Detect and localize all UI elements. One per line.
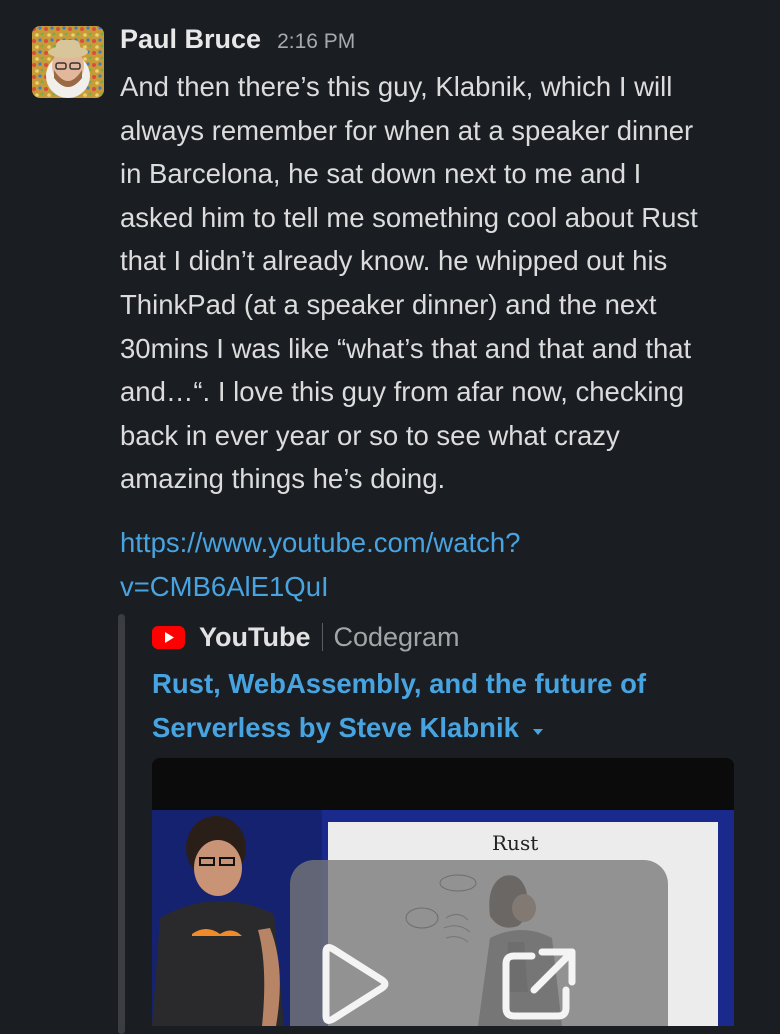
unfurl-channel-name[interactable]: Codegram — [333, 622, 459, 653]
unfurl-service-name: YouTube — [199, 621, 311, 652]
unfurl-title-text[interactable]: Rust, WebAssembly, and the future of Ser… — [152, 668, 646, 743]
unfurl-accent-bar — [118, 614, 125, 1034]
youtube-link[interactable]: https://www.youtube.com/watch? v=CMB6AlE… — [120, 521, 760, 608]
unfurl-title[interactable]: Rust, WebAssembly, and the future of Ser… — [152, 662, 742, 749]
message-header: Paul Bruce 2:16 PM — [120, 24, 355, 64]
slide-title-text: Rust — [492, 831, 538, 855]
caret-down-icon[interactable] — [531, 706, 545, 750]
author-name[interactable]: Paul Bruce — [120, 24, 261, 55]
message-timestamp[interactable]: 2:16 PM — [277, 30, 355, 54]
source-separator — [322, 623, 324, 651]
youtube-logo-icon — [152, 625, 185, 649]
open-external-icon[interactable] — [496, 942, 580, 1031]
avatar[interactable] — [32, 26, 104, 98]
message-body: And then there’s this guy, Klabnik, whic… — [120, 71, 698, 495]
unfurl-source: YouTube Codegram — [152, 617, 460, 657]
message: Paul Bruce 2:16 PM And then there’s this… — [0, 0, 780, 1034]
play-icon[interactable] — [316, 942, 390, 1031]
